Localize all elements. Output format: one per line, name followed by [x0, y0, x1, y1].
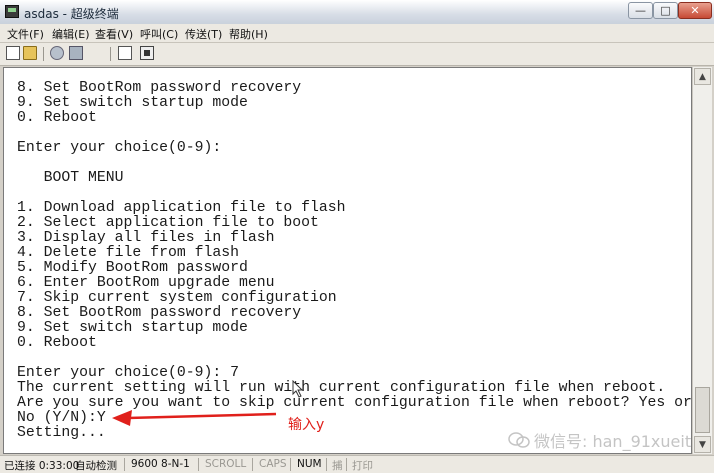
menu-bar: 文件(F) 编辑(E) 查看(V) 呼叫(C) 传送(T) 帮助(H)	[0, 24, 714, 43]
send-icon[interactable]	[118, 46, 132, 60]
terminal-line: The current setting will run with curren…	[17, 380, 666, 396]
menu-help[interactable]: 帮助(H)	[229, 26, 268, 42]
title-bar: asdas - 超级终端 — □ ✕	[0, 0, 714, 25]
disconnect-icon[interactable]	[69, 46, 83, 60]
menu-file[interactable]: 文件(F)	[7, 26, 44, 42]
properties-icon[interactable]	[140, 46, 154, 60]
status-port-settings: 9600 8-N-1	[131, 458, 190, 470]
minimize-button[interactable]: —	[628, 2, 653, 19]
terminal-line: 8. Set BootRom password recovery	[17, 305, 302, 321]
wechat-icon	[508, 432, 530, 448]
toolbar-divider	[43, 47, 44, 61]
vertical-scrollbar[interactable]: ▲ ▼	[692, 67, 712, 454]
scroll-down-arrow-icon[interactable]: ▼	[694, 436, 711, 453]
status-divider	[198, 458, 199, 471]
terminal-line: 8. Set BootRom password recovery	[17, 80, 302, 96]
status-print: 打印	[352, 460, 373, 472]
status-divider	[124, 458, 125, 471]
connect-icon[interactable]	[50, 46, 64, 60]
terminal-line: 1. Download application file to flash	[17, 200, 346, 216]
terminal-line: Setting...	[17, 425, 106, 441]
watermark: 微信号: han_91xueit	[534, 432, 692, 451]
status-caps: CAPS	[259, 458, 287, 470]
terminal-line: 5. Modify BootRom password	[17, 260, 248, 276]
menu-view[interactable]: 查看(V)	[95, 26, 133, 42]
status-divider	[326, 458, 327, 471]
terminal-output: 8. Set BootRom password recovery 9. Set …	[17, 80, 692, 441]
scroll-thumb[interactable]	[695, 387, 710, 433]
terminal-line: 9. Set switch startup mode	[17, 95, 248, 111]
terminal-line: 6. Enter BootRom upgrade menu	[17, 275, 275, 291]
terminal-line: Enter your choice(0-9):	[17, 140, 222, 156]
terminal-line: 2. Select application file to boot	[17, 215, 319, 231]
status-bar: 已连接 0:33:00 自动检测 9600 8-N-1 SCROLL CAPS …	[0, 455, 714, 473]
hyperterminal-icon	[5, 5, 19, 18]
mouse-cursor-icon	[292, 380, 304, 398]
terminal-line: Are you sure you want to skip current co…	[17, 395, 692, 411]
status-divider	[252, 458, 253, 471]
terminal-line: No (Y/N):Y	[17, 410, 106, 426]
window-title: asdas - 超级终端	[24, 7, 119, 21]
terminal-line: 9. Set switch startup mode	[17, 320, 248, 336]
scroll-up-arrow-icon[interactable]: ▲	[694, 68, 711, 85]
status-num: NUM	[297, 458, 322, 470]
toolbar-divider	[110, 47, 111, 61]
status-scroll: SCROLL	[205, 458, 247, 470]
maximize-button[interactable]: □	[653, 2, 678, 19]
terminal-window[interactable]: 8. Set BootRom password recovery 9. Set …	[3, 67, 692, 454]
terminal-line: 7. Skip current system configuration	[17, 290, 337, 306]
terminal-line: 0. Reboot	[17, 335, 97, 351]
status-detect: 自动检测	[75, 460, 117, 472]
status-divider	[346, 458, 347, 471]
toolbar	[0, 43, 714, 66]
terminal-line: 0. Reboot	[17, 110, 97, 126]
menu-call[interactable]: 呼叫(C)	[140, 26, 178, 42]
close-button[interactable]: ✕	[678, 2, 712, 19]
terminal-line: 3. Display all files in flash	[17, 230, 275, 246]
status-divider	[290, 458, 291, 471]
annotation-label: 输入y	[288, 417, 325, 433]
open-icon[interactable]	[23, 46, 37, 60]
new-icon[interactable]	[6, 46, 20, 60]
menu-transfer[interactable]: 传送(T)	[185, 26, 222, 42]
status-connection: 已连接 0:33:00	[4, 460, 80, 472]
terminal-line: BOOT MENU	[17, 170, 124, 186]
terminal-line: Enter your choice(0-9): 7	[17, 365, 239, 381]
status-capture: 捕	[332, 460, 343, 472]
terminal-line: 4. Delete file from flash	[17, 245, 239, 261]
menu-edit[interactable]: 编辑(E)	[52, 26, 90, 42]
